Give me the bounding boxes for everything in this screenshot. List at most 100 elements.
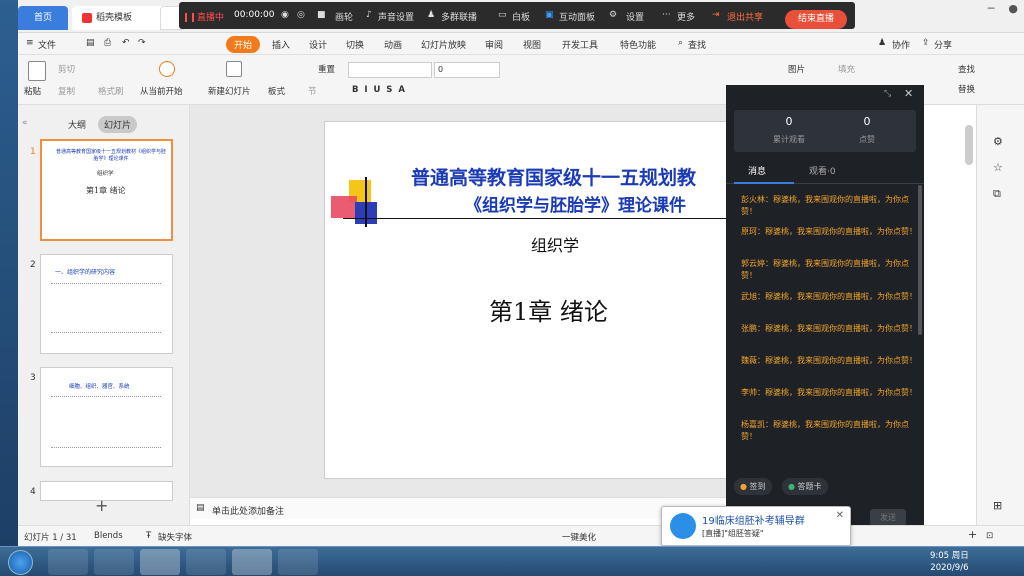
undo-icon[interactable]: ↶ [122,38,130,48]
copy-button[interactable]: 复制 [58,85,75,97]
livebar-item-settings[interactable]: 设置 [626,10,644,23]
exit-share-button[interactable]: 退出共享 [727,10,763,23]
tab-slides[interactable]: 幻灯片 [98,116,138,133]
scrollbar-thumb[interactable] [965,125,973,165]
tab-viewers[interactable]: 观看·0 [809,164,836,177]
livebar-item-sound-settings[interactable]: 声音设置 [378,10,414,23]
theme-name[interactable]: Blends [94,531,123,541]
slide-thumbnail-2[interactable]: 一、组织学的研究内容 [40,254,173,354]
paste-icon[interactable] [28,61,46,81]
settings-icon[interactable]: ⚙ [609,10,617,20]
chat-notification[interactable]: 19临床组胚补考辅导群 [直播]"组胚答疑" ✕ [661,506,851,546]
interactive-panel-icon[interactable]: ▣ [545,10,554,20]
copy-icon[interactable]: ⧉ [993,187,1001,201]
play-from-current-button[interactable]: 从当前开始 [140,85,183,97]
share-button[interactable]: 分享 [934,38,952,51]
send-button[interactable]: 发送 [870,509,906,526]
tab-home[interactable]: 首页 [18,6,68,30]
mic-icon[interactable]: ♪ [366,10,372,20]
start-button[interactable] [8,550,33,575]
ie-app-icon[interactable] [48,549,88,575]
menu-view[interactable]: 视图 [523,38,541,51]
menu-slideshow[interactable]: 幻灯片放映 [421,38,466,51]
menu-design[interactable]: 设计 [309,38,327,51]
calendar-app-icon[interactable] [278,549,318,575]
livebar-item-more[interactable]: 更多 [677,10,695,23]
answer-card-button[interactable]: ● 答题卡 [782,478,828,495]
wps-app-icon[interactable] [232,549,272,575]
zoom-in-icon[interactable]: + [968,528,977,541]
end-live-button[interactable]: 结束直播 [785,10,847,29]
exit-icon[interactable]: ⇥ [712,10,720,20]
current-slide[interactable]: 普通高等教育国家级十一五规划教 《组织学与胚胎学》理论课件 组织学 第1章 绪论 [324,121,730,479]
menu-review[interactable]: 审阅 [485,38,503,51]
picture-button[interactable]: 图片 [788,63,805,75]
menu-start[interactable]: 开始 [226,36,261,53]
slide-thumbnail-1[interactable]: 普通高等教育国家级十一五规划教材《组织学与胚胎学》理论课件 组织学 第1章 绪论 [40,139,173,241]
avatar[interactable]: ● [1008,2,1018,15]
notes-bar[interactable]: ▤ 单击此处添加备注 [190,497,730,519]
tab-messages[interactable]: 消息 [748,164,766,177]
menu-insert[interactable]: 插入 [272,38,290,51]
layout-button[interactable]: 板式 [268,85,285,97]
new-slide-button[interactable]: 新建幻灯片 [208,85,251,97]
livebar-item-whiteboard[interactable]: 白板 [512,10,530,23]
redo-icon[interactable]: ↷ [138,38,146,48]
fit-icon[interactable]: ⊡ [986,531,993,541]
format-painter-button[interactable]: 格式刷 [98,85,124,97]
camera-icon[interactable]: ■ [317,10,326,20]
whiteboard-icon[interactable]: ▭ [498,10,507,20]
menu-search[interactable]: 查找 [688,38,706,51]
close-icon[interactable]: ✕ [904,87,913,100]
more-icon[interactable]: ··· [662,10,671,20]
collapse-icon[interactable]: « [22,118,28,128]
beautify-button[interactable]: 一键美化 [562,531,596,543]
section-button[interactable]: 节 [308,85,317,97]
missing-font[interactable]: 缺失字体 [158,531,192,543]
livebar-item-camera[interactable]: 画轮 [335,10,353,23]
add-slide-button[interactable]: + [95,496,108,515]
chat-scrollbar[interactable] [918,185,922,335]
shrink-icon[interactable]: ⤡ [884,89,891,99]
paste-button[interactable]: 粘贴 [24,85,41,97]
multi-group-icon[interactable]: ♟ [427,10,435,20]
fill-button[interactable]: 填充 [838,63,855,75]
star-icon[interactable]: ☆ [993,161,1003,174]
menu-file[interactable]: 文件 [38,38,56,51]
app360-icon[interactable] [94,549,134,575]
livebar-item-multi-group[interactable]: 多群联播 [441,10,477,23]
collab-button[interactable]: 协作 [892,38,910,51]
cut-button[interactable]: 剪切 [58,63,75,75]
menu-animation[interactable]: 动画 [384,38,402,51]
checkin-button[interactable]: ● 签到 [734,478,772,495]
find-button[interactable]: 查找 [958,63,975,75]
sound-icon[interactable]: ◎ [297,10,305,20]
hamburger-icon[interactable]: ≡ [26,38,34,48]
menu-developer[interactable]: 开发工具 [562,38,598,51]
print-icon[interactable]: ⎙ [104,38,111,48]
livebar-item-interactive-panel[interactable]: 互动面板 [559,10,595,23]
play-icon[interactable] [159,61,175,77]
share-icon[interactable]: ⇪ [922,38,930,48]
reset-button[interactable]: 重置 [318,63,335,75]
bold-icon[interactable]: B I U S A [352,85,405,95]
tab-outline[interactable]: 大纲 [68,118,86,131]
tencent-app-icon[interactable] [140,549,180,575]
settings-icon[interactable]: ⚙ [993,135,1003,148]
menu-features[interactable]: 特色功能 [620,38,656,51]
replace-button[interactable]: 替换 [958,83,975,95]
font-size-select[interactable]: 0 [434,62,500,78]
system-clock[interactable]: 9:05 周日 2020/9/6 [930,550,969,574]
menu-transition[interactable]: 切换 [346,38,364,51]
save-icon[interactable]: ▤ [86,38,95,48]
slide-thumbnail-3[interactable]: 细胞、组织、器官、系统 [40,367,173,467]
minimize-icon[interactable]: ─ [988,2,995,15]
explorer-app-icon[interactable] [186,549,226,575]
collab-icon[interactable]: ♟ [878,38,886,48]
search-icon[interactable]: ⌕ [678,38,683,48]
new-slide-icon[interactable] [226,61,242,77]
wifi-icon[interactable]: ◉ [281,10,289,20]
font-family-select[interactable] [348,62,432,78]
close-icon[interactable]: ✕ [836,510,844,521]
grid-icon[interactable]: ⊞ [993,499,1002,512]
